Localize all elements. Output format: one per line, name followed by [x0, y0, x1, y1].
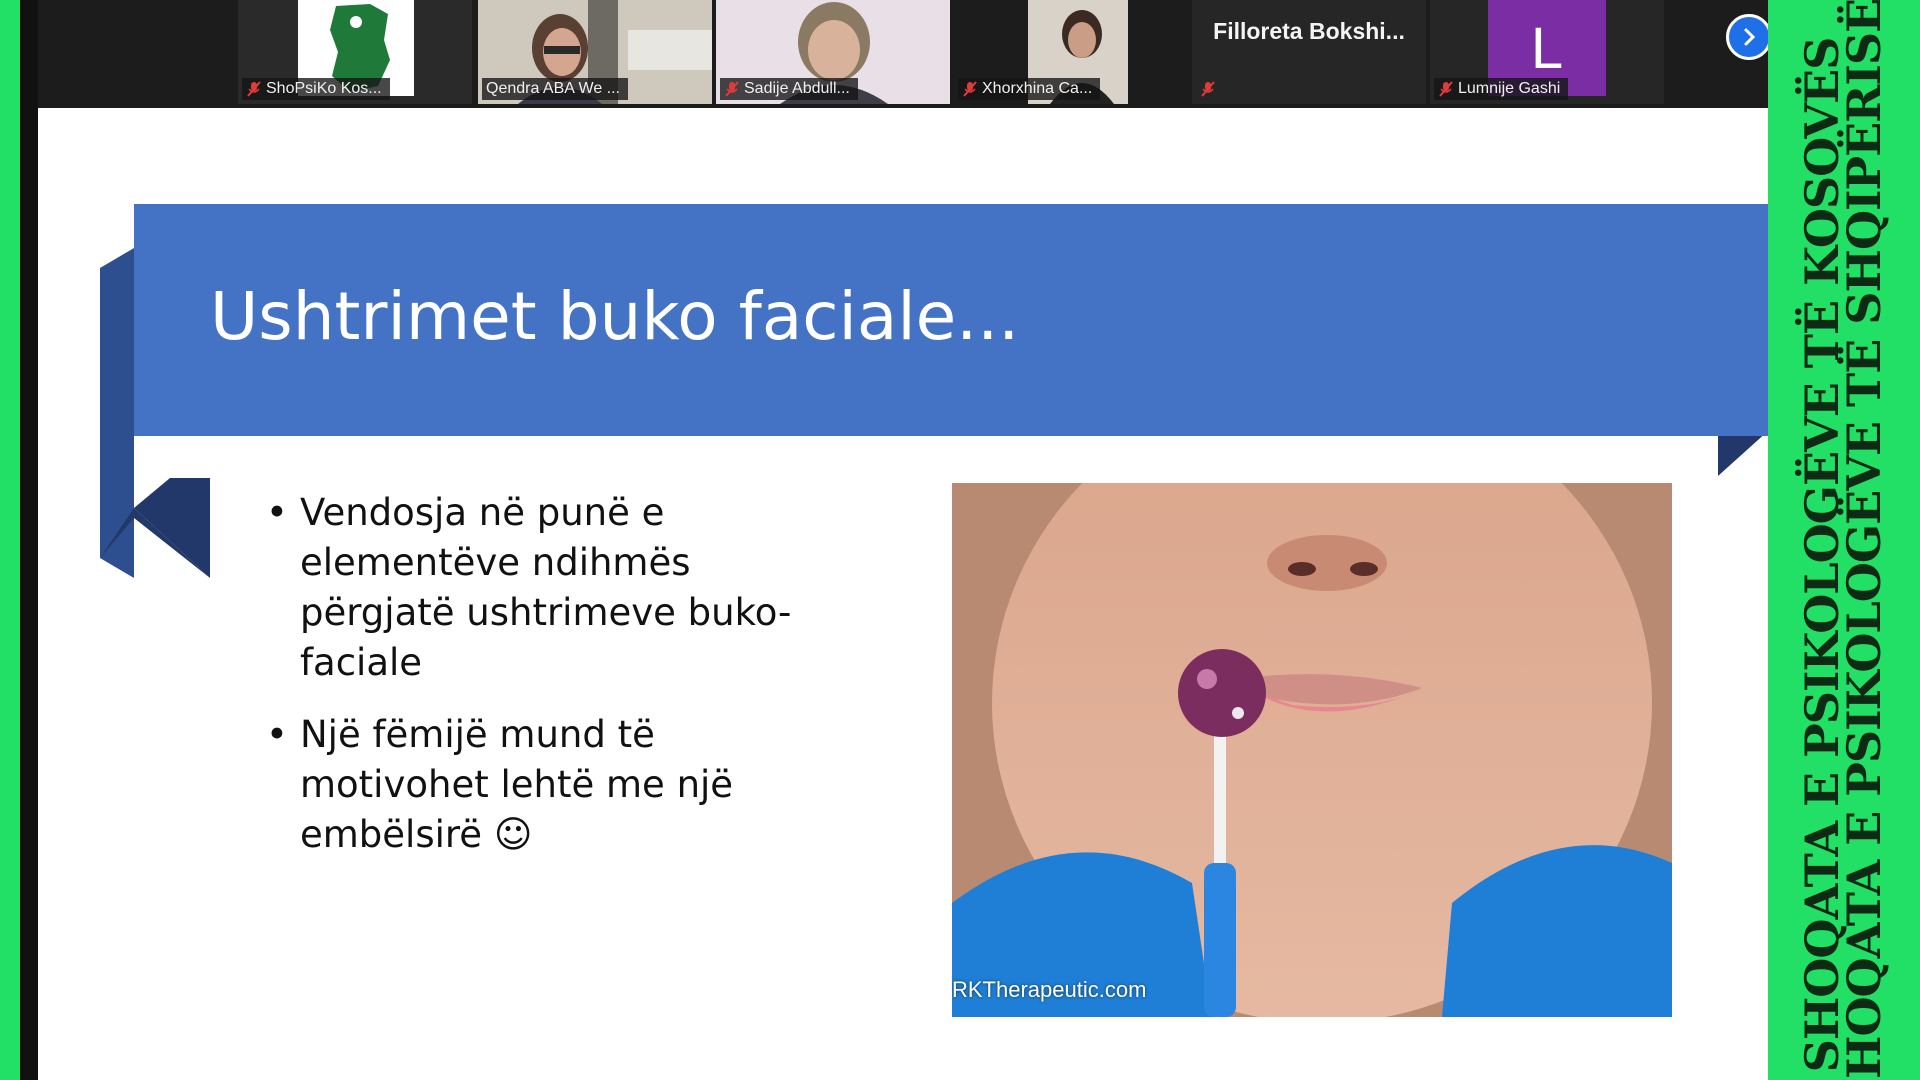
left-frame [0, 0, 20, 1080]
participant-namebar: Qendra ABA We ... [482, 78, 628, 100]
image-credit: RKTherapeutic.com [952, 977, 1147, 1002]
participant-namebar [1196, 78, 1224, 100]
participant-display-name: Filloreta Bokshi... [1213, 18, 1405, 44]
participant-namebar: Xhorxhina Ca... [958, 78, 1101, 100]
participant-namebar: ShoPsiKo Kos... [242, 78, 390, 100]
shared-slide: Ushtrimet buko faciale... Vendosja në pu… [38, 108, 1768, 1080]
title-bar: Ushtrimet buko faciale... [134, 204, 1768, 436]
banner-line-albania: SHOQATA E PSIKOLOGËVE TË SHQIPËRISË [1837, 0, 1891, 1080]
bullet-list: Vendosja në punë e elementëve ndihmës pë… [266, 488, 826, 882]
participant-strip: ShoPsiKo Kos... Qendra ABA We ... Sadije… [38, 0, 1772, 108]
participant-tile-shopsiko[interactable]: ShoPsiKo Kos... [238, 0, 472, 104]
participant-namebar: Lumnije Gashi [1434, 78, 1569, 100]
organization-banner: SHOQATA E PSIKOLOGËVE TË KOSOVËS SHOQATA… [1768, 0, 1920, 1080]
participant-name: Lumnije Gashi [1458, 80, 1561, 97]
participant-tile-qendra[interactable]: Qendra ABA We ... [478, 0, 712, 104]
banner-text: SHOQATA E PSIKOLOGËVE TË KOSOVËS SHOQATA… [1768, 0, 1918, 1080]
slide-title: Ushtrimet buko faciale... [210, 278, 1020, 355]
child-lollipop-image [952, 483, 1672, 1017]
chevron-right-icon [1744, 28, 1756, 46]
left-frame-inner [20, 0, 38, 1080]
mic-off-icon [247, 81, 261, 97]
mic-off-icon [725, 81, 739, 97]
mic-off-icon [1201, 81, 1215, 97]
participant-name: Sadije Abdull... [744, 80, 850, 97]
mic-off-icon [1439, 81, 1453, 97]
ribbon-fold-right [1718, 431, 1768, 476]
participant-tile-xhorxhina[interactable]: Xhorxhina Ca... [954, 0, 1188, 104]
bullet-item: Një fëmijë mund të motivohet lehtë me nj… [266, 710, 826, 860]
bullet-item: Vendosja në punë e elementëve ndihmës pë… [266, 488, 826, 688]
mic-off-icon [963, 81, 977, 97]
participant-tile-lumnije[interactable]: L Lumnije Gashi [1430, 0, 1664, 104]
slide-photo: RKTherapeutic.com [952, 483, 1672, 1017]
participant-name: Xhorxhina Ca... [982, 80, 1093, 97]
participant-name: Qendra ABA We ... [486, 80, 620, 97]
participant-tile-sadije[interactable]: Sadije Abdull... [716, 0, 950, 104]
next-participants-button[interactable] [1726, 14, 1772, 60]
participant-namebar: Sadije Abdull... [720, 78, 858, 100]
participant-tile-filloreta[interactable]: Filloreta Bokshi... [1192, 0, 1426, 104]
participant-name: ShoPsiKo Kos... [266, 80, 382, 97]
